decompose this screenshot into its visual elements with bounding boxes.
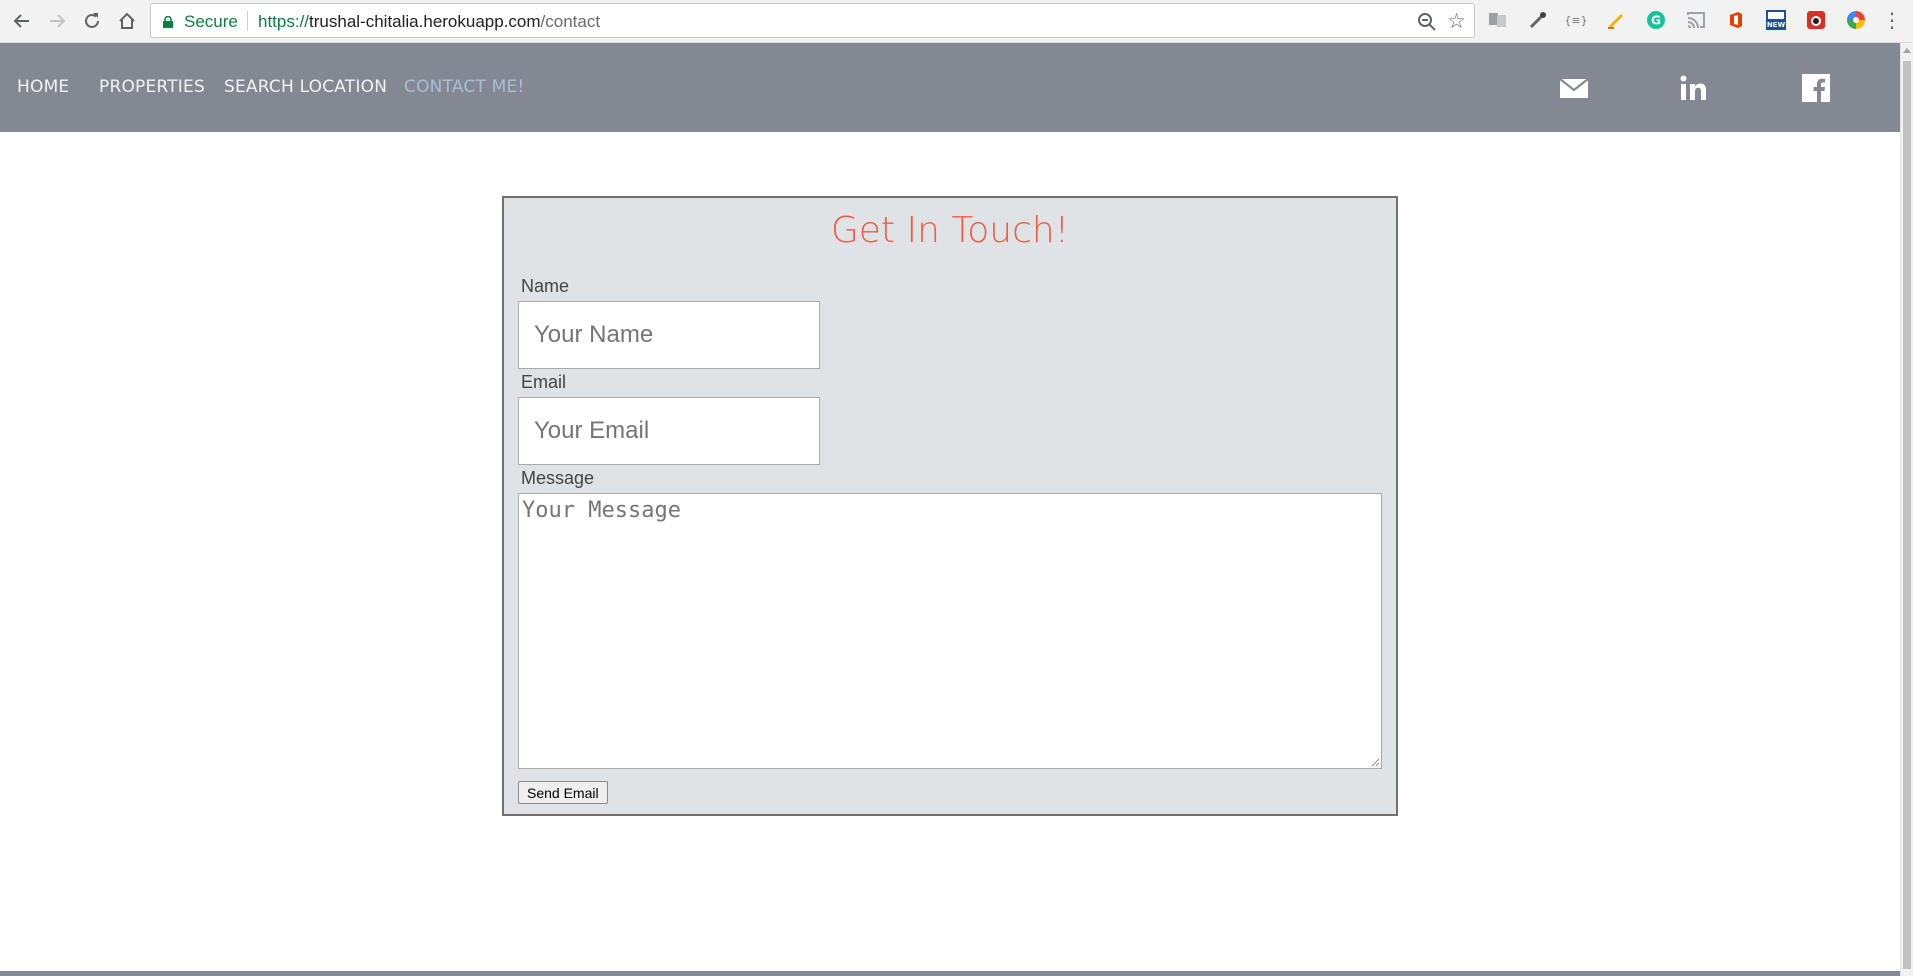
url-text: https://trushal-chitalia.herokuapp.com/c…	[258, 12, 600, 32]
email-label: Email	[521, 372, 567, 392]
note-extension-icon[interactable]	[1605, 9, 1627, 31]
cast-extension-icon[interactable]	[1685, 9, 1707, 31]
menu-kebab-icon[interactable]: ⋮	[1882, 8, 1902, 32]
url-scheme: https://	[258, 12, 310, 31]
zoom-icon[interactable]	[1416, 11, 1438, 33]
nav-link-search-location[interactable]: Search Location	[224, 77, 387, 97]
scroll-thumb[interactable]	[1903, 61, 1911, 969]
name-input[interactable]	[518, 301, 820, 369]
send-email-button[interactable]: Send Email	[518, 781, 608, 804]
message-label: Message	[521, 468, 595, 488]
forward-arrow-icon[interactable]	[43, 7, 71, 35]
browser-toolbar: Secure https://trushal-chitalia.herokuap…	[0, 0, 1913, 43]
omnibox-divider	[247, 11, 248, 31]
nav-link-home[interactable]: Home	[17, 77, 69, 97]
site-navbar: Home Properties Search Location Contact …	[0, 43, 1900, 132]
svg-text:NEW: NEW	[1767, 21, 1786, 29]
json-extension-icon[interactable]: {≡}	[1564, 9, 1587, 31]
nav-link-properties[interactable]: Properties	[99, 77, 205, 97]
email-icon[interactable]	[1559, 73, 1589, 103]
page-scrollbar[interactable]	[1900, 43, 1913, 976]
color-wheel-extension-icon[interactable]	[1845, 9, 1867, 31]
url-host: trushal-chitalia.herokuapp.com	[309, 12, 541, 31]
linkedin-icon[interactable]	[1679, 73, 1709, 103]
footer-strip	[0, 971, 1900, 976]
resize-grip-icon[interactable]	[1370, 757, 1380, 767]
back-arrow-icon[interactable]	[8, 7, 36, 35]
eyedropper-extension-icon[interactable]	[1527, 9, 1549, 31]
ladybug-extension-icon[interactable]	[1805, 9, 1827, 31]
contact-form: Get In Touch! Name Email Message Send Em…	[502, 196, 1398, 816]
svg-text:G: G	[1651, 14, 1661, 28]
office-extension-icon[interactable]	[1725, 9, 1747, 31]
scroll-up-arrow-icon[interactable]	[1903, 48, 1911, 53]
nav-link-contact[interactable]: Contact Me!	[404, 77, 524, 97]
message-textarea[interactable]	[518, 493, 1382, 769]
grammarly-extension-icon[interactable]: G	[1645, 9, 1667, 31]
form-title: Get In Touch!	[830, 210, 1070, 251]
email-input[interactable]	[518, 397, 820, 465]
lock-icon	[163, 16, 173, 28]
facebook-icon[interactable]	[1801, 73, 1831, 103]
news-extension-icon[interactable]: NEW	[1765, 9, 1787, 31]
home-icon[interactable]	[113, 7, 141, 35]
address-bar[interactable]: Secure https://trushal-chitalia.herokuap…	[150, 3, 1475, 38]
translate-extension-icon[interactable]	[1487, 9, 1509, 31]
url-path: /contact	[540, 12, 601, 31]
secure-label: Secure	[184, 12, 238, 31]
star-icon[interactable]: ☆	[1447, 9, 1466, 33]
reload-icon[interactable]	[78, 7, 106, 35]
name-label: Name	[521, 276, 570, 296]
